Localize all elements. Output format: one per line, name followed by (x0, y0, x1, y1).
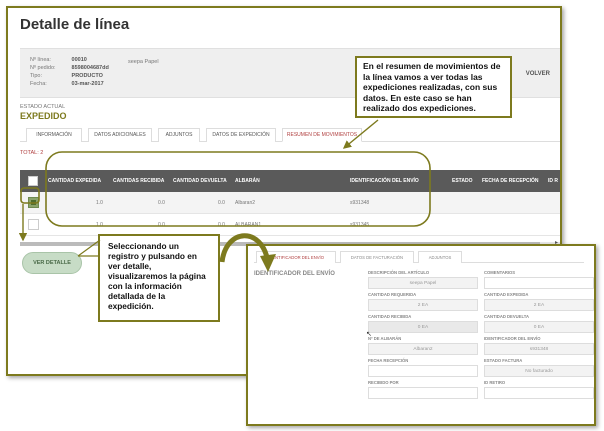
table-row[interactable]: 1.0 0.0 0.0 Albaran2 s931348 (20, 192, 560, 214)
cell-envio: s931348 (350, 200, 370, 206)
estado-label: ESTADO ACTUAL (20, 104, 66, 110)
field-label: IDENTIFICADOR DEL ENVÍO (484, 336, 541, 341)
info-row-type: Tipo: PRODUCTO (30, 73, 230, 79)
detail-screen: IDENTIFICADOR DEL ENVÍO DATOS DE FACTURA… (246, 244, 596, 426)
col-albaran: ALBARÁN (235, 178, 260, 184)
cell-devuelta: 0.0 (218, 222, 225, 228)
detail-tab-adjuntos[interactable]: ADJUNTOS (418, 251, 462, 263)
info-label: Nº línea: (30, 57, 51, 63)
cell-envio: s931345 (350, 222, 370, 228)
cantidad-expedida-field: 2 EA (484, 299, 594, 311)
table-row[interactable]: 1.0 0.0 0.0 ALBARAN1 s931345 (20, 214, 560, 236)
field-label: COMENTARIOS (484, 270, 516, 275)
info-row-order: Nº pedido: 8598004687dd (30, 65, 230, 71)
page-title: Detalle de línea (20, 16, 130, 33)
info-value: PRODUCTO (71, 73, 103, 79)
estado-value: EXPEDIDO (20, 111, 67, 121)
detail-tab-facturacion[interactable]: DATOS DE FACTURACIÓN (340, 251, 414, 263)
field-label: CANTIDAD RECIBIDA (368, 314, 412, 319)
ver-detalle-button[interactable]: VER DETALLE (22, 252, 82, 274)
info-row-date: Fecha: 03-mar-2017 (30, 81, 230, 87)
field-label: Nº DE ALBARÁN (368, 336, 402, 341)
info-value: 03-mar-2017 (71, 81, 104, 87)
row-checkbox[interactable] (28, 197, 39, 208)
cell-devuelta: 0.0 (218, 200, 225, 206)
col-id-r: ID R (548, 178, 558, 184)
id-retiro-field[interactable] (484, 387, 594, 399)
field-label: CANTIDAD EXPEDIDA (484, 292, 529, 297)
cell-recibida: 0.0 (158, 222, 165, 228)
albaran-field: Albaran2 (368, 343, 478, 355)
total-count: TOTAL: 2 (20, 150, 44, 156)
info-label: Nº pedido: (30, 65, 56, 71)
col-identificacion-envio: IDENTIFICACIÓN DEL ENVÍO (350, 178, 419, 184)
info-label: Fecha: (30, 81, 47, 87)
tab-resumen-movimientos[interactable]: RESUMEN DE MOVIMIENTOS (282, 128, 362, 142)
field-label: RECIBIDO POR (368, 380, 399, 385)
table-header: CANTIDAD EXPEDIDA CANTIDAS RECIBIDA CANT… (20, 170, 560, 192)
field-label: FECHA RECEPCIÓN (368, 358, 409, 363)
descripcion-field: seepa Papel (368, 277, 478, 289)
tab-datos-adicionales[interactable]: DATOS ADICIONALES (88, 128, 152, 142)
field-label: CANTIDAD DEVUELTA (484, 314, 529, 319)
tab-datos-expedicion[interactable]: DATOS DE EXPEDICIÓN (206, 128, 276, 142)
col-cantidad-devuelta: CANTIDAD DEVUELTA (173, 178, 227, 184)
cantidad-devuelta-field: 0 EA (484, 321, 594, 333)
mouse-cursor-icon: ↖ (366, 331, 372, 338)
cell-recibida: 0.0 (158, 200, 165, 206)
cantidad-requerida-field: 2 EA (368, 299, 478, 311)
volver-button[interactable]: VOLVER (526, 71, 550, 77)
field-label: DESCRIPCIÓN DEL ARTÍCULO (368, 270, 430, 275)
callout-ver-detalle: Seleccionando un registro y pulsando en … (98, 234, 220, 322)
cell-albaran: ALBARAN1 (235, 222, 262, 228)
field-label: CANTIDAD REQUERIDA (368, 292, 417, 297)
comentarios-field[interactable] (484, 277, 594, 289)
field-label: ESTADO FACTURA (484, 358, 523, 363)
info-value: 8598004687dd (71, 65, 109, 71)
estado-factura-field: No facturado (484, 365, 594, 377)
col-cantidad-recibida: CANTIDAS RECIBIDA (113, 178, 165, 184)
info-value: 00010 (71, 57, 87, 63)
row-checkbox[interactable] (28, 219, 39, 230)
info-label: Tipo: (30, 73, 43, 79)
tab-bar: INFORMACIÓN DATOS ADICIONALES ADJUNTOS D… (20, 124, 560, 142)
detail-tab-identificador[interactable]: IDENTIFICADOR DEL ENVÍO (256, 251, 336, 263)
col-cantidad-expedida: CANTIDAD EXPEDIDA (48, 178, 102, 184)
recibido-por-field[interactable] (368, 387, 478, 399)
fecha-recepcion-field[interactable] (368, 365, 478, 377)
identificador-envio-field: s931348 (484, 343, 594, 355)
select-all-checkbox[interactable] (28, 176, 38, 186)
info-article: seepa Papel (128, 59, 159, 65)
cell-expedida: 1.0 (96, 200, 103, 206)
tab-informacion[interactable]: INFORMACIÓN (26, 128, 82, 142)
cell-expedida: 1.0 (96, 222, 103, 228)
cell-albaran: Albaran2 (235, 200, 256, 206)
callout-resumen: En el resumen de movimientos de la línea… (355, 56, 512, 118)
tab-adjuntos[interactable]: ADJUNTOS (158, 128, 200, 142)
detail-tab-bar: IDENTIFICADOR DEL ENVÍO DATOS DE FACTURA… (254, 249, 584, 263)
detail-section-title: IDENTIFICADOR DEL ENVÍO (254, 271, 335, 277)
col-fecha-recepcion: FECHA DE RECEPCIÓN (482, 178, 539, 184)
col-estado: ESTADO (452, 178, 473, 184)
field-label: ID RETIRO (484, 380, 506, 385)
cantidad-recibida-field: 0 EA (368, 321, 478, 333)
